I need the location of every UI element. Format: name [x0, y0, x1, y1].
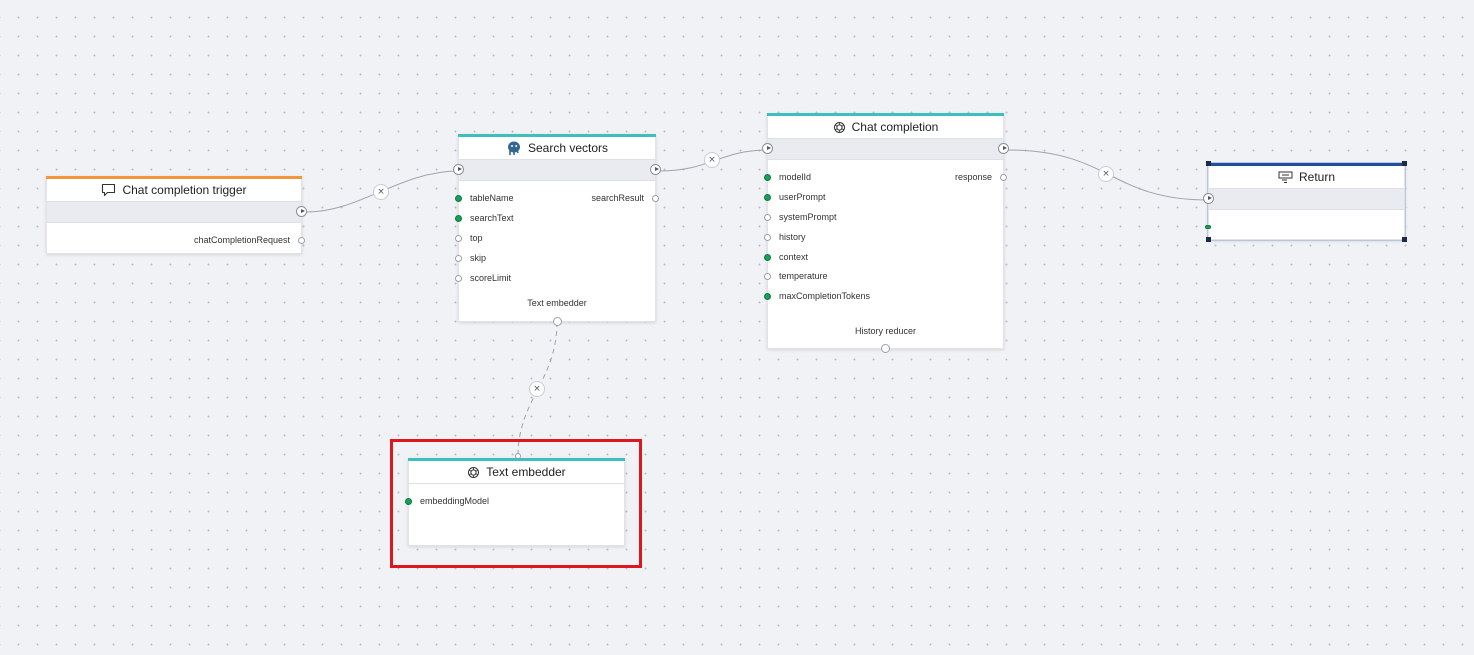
selection-handle[interactable] — [1402, 237, 1407, 242]
node-header[interactable]: Return — [1209, 166, 1404, 189]
input-row-systemprompt: systemPrompt — [764, 209, 1003, 225]
dependency-label: History reducer — [854, 326, 917, 336]
input-row-scorelimit: scoreLimit — [455, 270, 655, 286]
selection-handle[interactable] — [1206, 161, 1211, 166]
input-port[interactable] — [455, 195, 462, 202]
postgresql-elephant-icon — [507, 141, 520, 155]
input-row-skip: skip — [455, 250, 655, 266]
node-header[interactable]: Search vectors — [459, 137, 655, 160]
input-row-searchtext: searchText — [455, 210, 655, 226]
edge-delete-button[interactable]: × — [529, 381, 545, 397]
input-label: tableName — [470, 193, 514, 203]
input-row-tablename: tableName searchResult — [455, 190, 659, 206]
node-title: Chat completion — [851, 120, 939, 134]
input-row-userprompt: userPrompt — [764, 189, 1003, 205]
input-port[interactable] — [455, 275, 462, 282]
output-port[interactable] — [652, 195, 659, 202]
node-search-vectors[interactable]: Search vectors tableName searchResult se… — [453, 134, 661, 326]
node-title: Search vectors — [527, 141, 609, 155]
input-port[interactable] — [764, 194, 771, 201]
input-port[interactable] — [764, 254, 771, 261]
input-label: userPrompt — [779, 192, 826, 202]
exec-input-port[interactable] — [453, 164, 464, 175]
input-port[interactable] — [764, 273, 771, 280]
output-port[interactable] — [298, 237, 305, 244]
input-label: history — [779, 232, 806, 242]
node-chat-completion[interactable]: Chat completion modelId response userPro… — [762, 113, 1009, 353]
edge-delete-button[interactable]: × — [373, 184, 389, 200]
output-label: response — [954, 172, 992, 182]
input-port[interactable] — [455, 235, 462, 242]
exec-input-port[interactable] — [1203, 193, 1214, 204]
input-port[interactable] — [455, 255, 462, 262]
input-label: top — [470, 233, 483, 243]
edge-delete-button[interactable]: × — [1098, 166, 1114, 182]
output-label: searchResult — [591, 193, 644, 203]
node-title: Return — [1298, 170, 1336, 184]
input-label: modelId — [779, 172, 812, 182]
input-label: temperature — [779, 271, 828, 281]
node-return[interactable]: Return — [1203, 161, 1407, 242]
chat-bubble-icon — [102, 183, 116, 197]
output-row: chatCompletionRequest — [47, 232, 305, 248]
exec-row — [47, 202, 307, 223]
input-port[interactable] — [455, 215, 462, 222]
dependency-label: Text embedder — [527, 298, 587, 308]
node-accent-bar — [458, 134, 656, 137]
dependency-port[interactable] — [553, 317, 562, 326]
input-port[interactable] — [764, 174, 771, 181]
node-header[interactable]: Chat completion trigger — [47, 179, 301, 202]
node-header[interactable]: Chat completion — [768, 116, 1003, 139]
node-title: Chat completion trigger — [122, 183, 247, 197]
exec-row — [762, 139, 1009, 160]
input-label: context — [779, 252, 809, 262]
selection-highlight-box — [390, 439, 642, 568]
node-chat-completion-trigger[interactable]: Chat completion trigger chatCompletionRe… — [46, 176, 307, 254]
node-accent-bar — [1208, 163, 1405, 166]
input-label: searchText — [470, 213, 514, 223]
input-row-maxcompletiontokens: maxCompletionTokens — [764, 288, 1003, 304]
input-port[interactable] — [1205, 225, 1211, 229]
node-accent-bar — [767, 113, 1004, 116]
exec-output-port[interactable] — [998, 143, 1009, 154]
exec-input-port[interactable] — [762, 143, 773, 154]
input-row-top: top — [455, 230, 655, 246]
input-label: scoreLimit — [470, 273, 512, 283]
output-label: chatCompletionRequest — [193, 235, 290, 245]
input-row-modelid: modelId response — [764, 169, 1007, 185]
connection-layer — [306, 149, 1209, 457]
input-row-temperature: temperature — [764, 268, 1003, 284]
dependency-port[interactable] — [881, 344, 890, 353]
input-port[interactable] — [764, 214, 771, 221]
exec-row — [453, 160, 661, 181]
selection-handle[interactable] — [1206, 237, 1211, 242]
input-port[interactable] — [764, 293, 771, 300]
return-icon — [1278, 171, 1293, 183]
exec-output-port[interactable] — [296, 206, 307, 217]
selection-handle[interactable] — [1402, 161, 1407, 166]
input-port[interactable] — [764, 234, 771, 241]
input-label: maxCompletionTokens — [779, 291, 871, 301]
openai-icon — [833, 121, 845, 133]
edge-delete-button[interactable]: × — [704, 152, 720, 168]
output-port[interactable] — [1000, 174, 1007, 181]
input-row-history: history — [764, 229, 1003, 245]
input-label: skip — [470, 253, 487, 263]
input-label: systemPrompt — [779, 212, 837, 222]
input-row — [1205, 219, 1404, 235]
node-accent-bar — [46, 176, 302, 179]
exec-row — [1203, 189, 1404, 210]
exec-output-port[interactable] — [650, 164, 661, 175]
input-row-context: context — [764, 249, 1003, 265]
